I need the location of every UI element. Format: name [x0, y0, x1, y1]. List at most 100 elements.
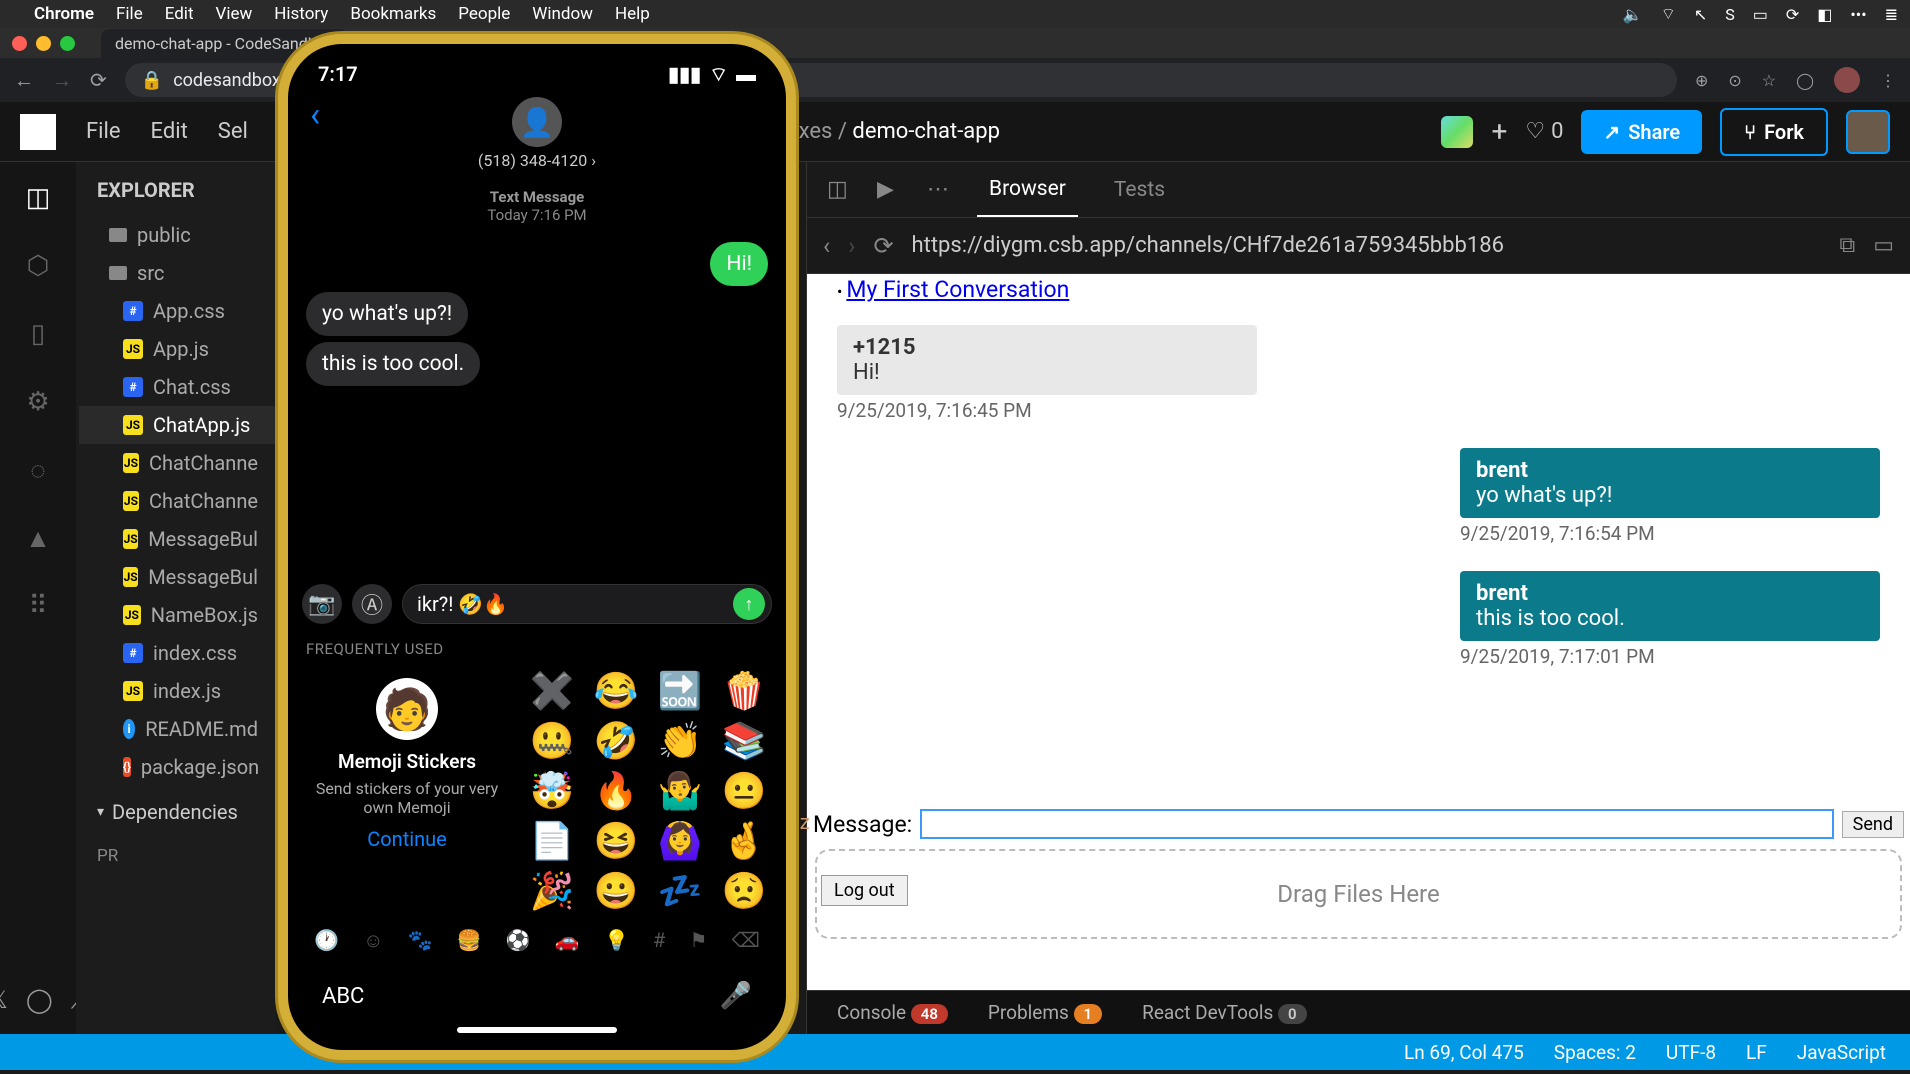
menu-view[interactable]: View — [216, 4, 253, 24]
tab-tests[interactable]: Tests — [1102, 164, 1177, 216]
share-button[interactable]: ↗ Share — [1581, 110, 1702, 154]
menu-edit[interactable]: Edit — [165, 4, 194, 24]
github-icon[interactable]: ◌ — [22, 454, 54, 486]
file-item[interactable]: JSChatChanne — [79, 482, 276, 520]
chrome-menu-icon[interactable]: ⋮ — [1880, 71, 1896, 90]
volume-icon[interactable]: 🔈 — [1623, 5, 1643, 24]
emoji-option[interactable]: 🔥 — [588, 770, 644, 812]
emoji-option[interactable]: 🤞 — [716, 820, 772, 862]
codesandbox-logo-icon[interactable] — [20, 114, 56, 150]
emoji-option[interactable]: 😀 — [588, 870, 644, 912]
file-item[interactable]: #Chat.css — [79, 368, 276, 406]
preview-reload-icon[interactable]: ⟳ — [873, 232, 893, 260]
macos-app-name[interactable]: Chrome — [34, 4, 94, 24]
memoji-avatar-icon[interactable]: 🧑 — [376, 678, 438, 740]
split-icon[interactable]: ◫ — [827, 177, 853, 203]
problems-tab[interactable]: Problems 1 — [988, 1001, 1102, 1024]
tray-icon-note[interactable]: ◧ — [1817, 5, 1832, 24]
more-icon[interactable]: ⋯ — [927, 177, 953, 203]
microphone-icon[interactable]: 🎤 — [720, 981, 752, 1011]
emoji-option[interactable]: 📚 — [716, 720, 772, 762]
preview-icon[interactable]: ▶ — [877, 177, 903, 203]
emoji-option[interactable]: 🔜 — [652, 670, 708, 712]
imessage-input[interactable]: ikr?! 🤣🔥 ↑ — [402, 584, 772, 624]
file-item[interactable]: {}package.json — [79, 748, 276, 786]
tray-icon-display[interactable]: ▭ — [1753, 5, 1768, 24]
explorer-tab-icon[interactable]: ◫ — [22, 182, 54, 214]
file-item[interactable]: JSMessageBul — [79, 558, 276, 596]
file-item[interactable]: JSChatApp.js — [76, 406, 276, 444]
open-external-icon[interactable]: ⧉ — [1839, 233, 1855, 258]
live-icon[interactable]: ⠿ — [22, 590, 54, 622]
send-button[interactable]: Send — [1842, 811, 1904, 838]
wifi-icon[interactable]: ⌔ — [1661, 4, 1676, 24]
reload-button[interactable]: ⟳ — [90, 68, 107, 92]
message-bubble[interactable]: Hi! — [710, 242, 768, 286]
maximize-window-button[interactable] — [60, 36, 75, 51]
file-item[interactable]: JSChatChanne — [79, 444, 276, 482]
breadcrumb-current[interactable]: demo-chat-app — [852, 119, 1000, 144]
status-encoding[interactable]: UTF-8 — [1666, 1041, 1716, 1064]
status-eol[interactable]: LF — [1746, 1041, 1767, 1064]
emoji-option[interactable]: 🤐 — [524, 720, 580, 762]
menu-file[interactable]: File — [116, 4, 143, 24]
close-window-button[interactable] — [12, 36, 27, 51]
contact-phone[interactable]: (518) 348-4120 › — [288, 151, 786, 170]
message-bubble[interactable]: yo what's up?! — [306, 292, 468, 336]
file-item[interactable]: #App.css — [79, 292, 276, 330]
file-item[interactable]: JSindex.js — [79, 672, 276, 710]
keyboard-abc-button[interactable]: ABC — [322, 984, 364, 1009]
devtools-tab[interactable]: React DevTools 0 — [1142, 1001, 1306, 1024]
drag-drop-zone[interactable]: Drag Files Here — [815, 849, 1902, 939]
emoji-option[interactable]: 🍿 — [716, 670, 772, 712]
emoji-option[interactable]: 🤷‍♂️ — [652, 770, 708, 812]
folder-src[interactable]: src — [79, 254, 276, 292]
appstore-icon[interactable]: Ⓐ — [352, 584, 392, 624]
emoji-option[interactable]: 😂 — [588, 670, 644, 712]
menu-window[interactable]: Window — [532, 4, 593, 24]
profile-avatar[interactable] — [1834, 67, 1860, 93]
cs-menu-selection[interactable]: Sel — [218, 119, 248, 144]
preview-url[interactable]: https://diygm.csb.app/channels/CHf7de261… — [912, 233, 1822, 258]
menu-help[interactable]: Help — [615, 4, 650, 24]
file-item[interactable]: JSNameBox.js — [79, 596, 276, 634]
emoji-option[interactable]: 💤 — [652, 870, 708, 912]
emoji-option[interactable]: 🤯 — [524, 770, 580, 812]
emoji-cat-travel-icon[interactable]: 🚗 — [555, 928, 580, 953]
install-icon[interactable]: ⊕ — [1695, 71, 1708, 90]
preview-back-icon[interactable]: ‹ — [823, 232, 830, 260]
menu-history[interactable]: History — [274, 4, 328, 24]
gear-icon[interactable]: ⚙ — [22, 386, 54, 418]
tray-icon-sync[interactable]: ⟳ — [1786, 5, 1799, 24]
camera-icon[interactable]: 📷 — [302, 584, 342, 624]
emoji-cat-activity-icon[interactable]: ⚽ — [506, 928, 531, 953]
rocket-icon[interactable]: ▲ — [22, 522, 54, 554]
file-item[interactable]: #index.css — [79, 634, 276, 672]
status-spaces[interactable]: Spaces: 2 — [1554, 1041, 1636, 1064]
emoji-cat-flags-icon[interactable]: ⚑ — [690, 928, 708, 953]
fork-button[interactable]: ⑂ Fork — [1720, 108, 1828, 156]
expand-icon[interactable]: ▭ — [1873, 233, 1894, 258]
emoji-delete-icon[interactable]: ⌫ — [732, 928, 760, 953]
emoji-option[interactable]: ✖️ — [524, 670, 580, 712]
tab-browser[interactable]: Browser — [977, 163, 1078, 217]
star-icon[interactable]: ☆ — [1762, 71, 1776, 90]
emoji-option[interactable]: 📄 — [524, 820, 580, 862]
file-item[interactable]: iREADME.md — [79, 710, 276, 748]
messages-back-icon[interactable]: ‹ — [310, 95, 320, 135]
message-bubble[interactable]: this is too cool. — [306, 342, 480, 386]
emoji-cat-smiley-icon[interactable]: ☺ — [363, 928, 383, 953]
file-icon[interactable]: ▯ — [22, 318, 54, 350]
back-button[interactable]: ← — [14, 68, 34, 93]
file-item[interactable]: JSApp.js — [79, 330, 276, 368]
cs-menu-file[interactable]: File — [86, 119, 121, 144]
menu-people[interactable]: People — [458, 4, 510, 24]
control-center-icon[interactable]: ≣ — [1885, 5, 1898, 24]
send-up-icon[interactable]: ↑ — [733, 588, 765, 620]
menu-bookmarks[interactable]: Bookmarks — [350, 4, 436, 24]
file-item[interactable]: JSMessageBul — [79, 520, 276, 558]
twitter-icon[interactable]: 𝕏 — [0, 986, 8, 1014]
status-cursor[interactable]: Ln 69, Col 475 — [1404, 1041, 1524, 1064]
message-input[interactable] — [920, 809, 1833, 839]
like-button[interactable]: ♡ 0 — [1525, 119, 1563, 144]
